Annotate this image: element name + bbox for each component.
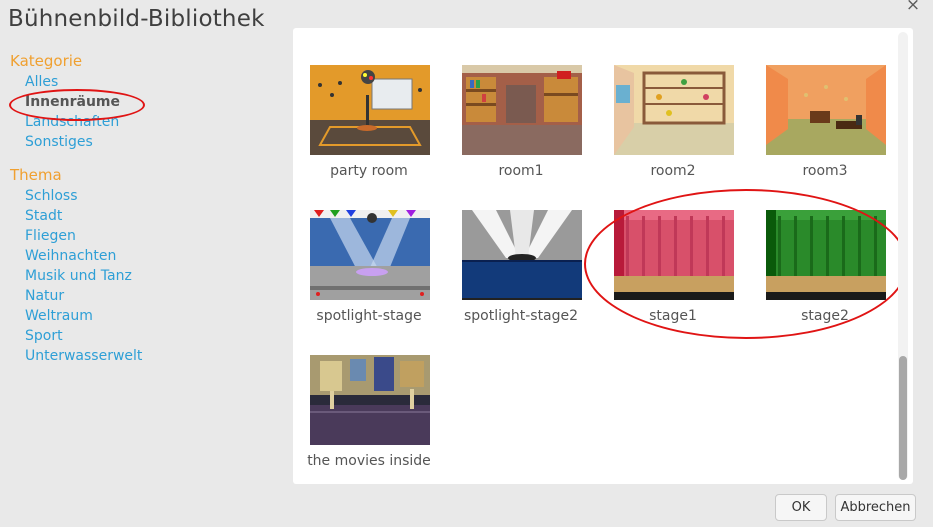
category-other[interactable]: Sonstiges: [25, 132, 280, 152]
close-icon[interactable]: ×: [905, 0, 921, 14]
library-item-label: room1: [498, 163, 544, 179]
movies-inside-thumbnail: [310, 355, 430, 445]
stage2-thumbnail: [766, 210, 886, 300]
library-item-label: spotlight-stage2: [463, 308, 579, 324]
scrolled-label-fragment: ~: [806, 28, 818, 32]
category-list: Alles Innenräume Landschaften Sonstiges: [25, 72, 280, 152]
theme-music-dance[interactable]: Musik und Tanz: [25, 266, 280, 286]
library-item-label: room2: [650, 163, 696, 179]
ok-button[interactable]: OK: [775, 494, 827, 521]
category-all[interactable]: Alles: [25, 72, 280, 92]
theme-christmas[interactable]: Weihnachten: [25, 246, 280, 266]
theme-space[interactable]: Weltraum: [25, 306, 280, 326]
room3-thumbnail: [766, 65, 886, 155]
spotlight-stage2-thumbnail: [462, 210, 582, 300]
library-panel: ~ ~ party room: [293, 28, 913, 484]
library-item-label: the movies inside: [307, 453, 431, 469]
category-heading: Kategorie: [10, 52, 83, 70]
category-landscapes[interactable]: Landschaften: [25, 112, 280, 132]
category-indoors[interactable]: Innenräume: [25, 92, 280, 112]
party-room-thumbnail: [310, 65, 430, 155]
theme-sport[interactable]: Sport: [25, 326, 280, 346]
cancel-button[interactable]: Abbrechen: [835, 494, 916, 521]
spotlight-stage-thumbnail: [310, 210, 430, 300]
vertical-scrollbar[interactable]: [898, 32, 908, 480]
theme-flying[interactable]: Fliegen: [25, 226, 280, 246]
room2-thumbnail: [614, 65, 734, 155]
library-item-label: stage1: [649, 308, 697, 324]
theme-nature[interactable]: Natur: [25, 286, 280, 306]
library-item-label: spotlight-stage: [316, 308, 422, 324]
scrollbar-thumb[interactable]: [899, 356, 907, 480]
library-item-label: room3: [802, 163, 848, 179]
scrolled-label-fragment: ~: [355, 28, 367, 32]
library-item-label: stage2: [801, 308, 849, 324]
theme-city[interactable]: Stadt: [25, 206, 280, 226]
library-item-label: party room: [330, 163, 408, 179]
dialog-title: Bühnenbild-Bibliothek: [8, 6, 265, 32]
stage1-thumbnail: [614, 210, 734, 300]
theme-underwater[interactable]: Unterwasserwelt: [25, 346, 280, 366]
theme-heading: Thema: [10, 166, 62, 184]
theme-castle[interactable]: Schloss: [25, 186, 280, 206]
room1-thumbnail: [462, 65, 582, 155]
sidebar: Kategorie Alles Innenräume Landschaften …: [10, 50, 280, 366]
theme-list: Schloss Stadt Fliegen Weihnachten Musik …: [25, 186, 280, 366]
